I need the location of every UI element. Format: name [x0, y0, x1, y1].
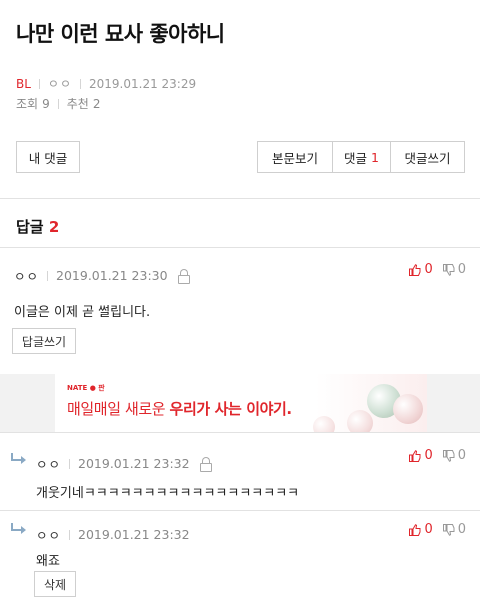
- thumbs-down-icon: [442, 523, 455, 536]
- comment-author: ㅇㅇ: [14, 269, 40, 284]
- comment-datetime: 2019.01.21 23:30: [56, 268, 168, 283]
- comments-count: 1: [371, 149, 379, 165]
- section-divider: [0, 432, 480, 433]
- ad-slogan: 매일매일 새로운 우리가 사는 이야기.: [67, 398, 292, 419]
- downvote-button[interactable]: 0: [442, 262, 466, 277]
- write-comment-button[interactable]: 댓글쓰기: [390, 142, 464, 172]
- downvote-button[interactable]: 0: [442, 522, 466, 537]
- comment-text: 이글은 이제 곧 썰립니다.: [14, 305, 151, 320]
- downvote-button[interactable]: 0: [442, 448, 466, 463]
- section-divider: [0, 510, 480, 511]
- divider: [69, 529, 71, 540]
- post-title: 나만 이런 묘사 좋아하니: [16, 22, 225, 46]
- thumbs-up-icon: [409, 263, 421, 276]
- thumbs-up-icon: [409, 523, 421, 536]
- section-divider: [0, 198, 480, 199]
- ad-slogan-plain: 매일매일 새로운: [67, 400, 170, 418]
- post-stats: 조회 9 추천 2: [16, 95, 100, 112]
- my-comments-button[interactable]: 내 댓글: [16, 141, 80, 173]
- upvote-count: 0: [424, 522, 433, 537]
- comment-datetime: 2019.01.21 23:32: [78, 527, 190, 542]
- lock-icon: [199, 457, 212, 472]
- decorative-bubble: [347, 410, 373, 432]
- replies-count: 2: [48, 218, 60, 236]
- delete-button[interactable]: 삭제: [34, 571, 76, 597]
- downvote-count: 0: [457, 262, 466, 277]
- thumbs-down-icon: [442, 449, 455, 462]
- upvote-button[interactable]: 0: [409, 522, 433, 537]
- comment-author: ㅇㅇ: [36, 457, 62, 472]
- thumbs-down-icon: [442, 263, 455, 276]
- comment-votes: 0 0: [399, 448, 466, 463]
- section-divider: [0, 247, 480, 248]
- comment-votes: 0 0: [399, 522, 466, 537]
- ad-brand: NATE ● 판: [67, 384, 105, 392]
- comment-header: ㅇㅇ 2019.01.21 23:30: [14, 266, 190, 285]
- divider: [80, 78, 82, 89]
- upvote-button[interactable]: 0: [409, 448, 433, 463]
- write-reply-button[interactable]: 답글쓰기: [12, 328, 76, 354]
- lock-icon: [177, 269, 190, 284]
- divider: [57, 98, 59, 109]
- upvote-count: 0: [424, 448, 433, 463]
- comment-header: ㅇㅇ 2019.01.21 23:32: [36, 454, 212, 473]
- comment-header: ㅇㅇ 2019.01.21 23:32: [36, 525, 190, 544]
- comments-button[interactable]: 댓글 1: [332, 142, 390, 172]
- divider: [69, 458, 71, 469]
- views-count: 9: [42, 96, 50, 111]
- comment-text: 개웃기네ㅋㅋㅋㅋㅋㅋㅋㅋㅋㅋㅋㅋㅋㅋㅋㅋㅋㅋ: [36, 486, 300, 501]
- view-post-button[interactable]: 본문보기: [258, 142, 332, 172]
- comment-text: 왜죠: [36, 554, 60, 569]
- ad-banner[interactable]: NATE ● 판 매일매일 새로운 우리가 사는 이야기.: [55, 374, 427, 432]
- ad-slogan-bold: 우리가 사는 이야기.: [169, 400, 293, 418]
- decorative-bubble: [313, 416, 335, 432]
- post-author: ㅇㅇ: [47, 77, 73, 91]
- post-datetime: 2019.01.21 23:29: [89, 76, 197, 91]
- comments-label: 댓글: [344, 150, 368, 166]
- comment-datetime: 2019.01.21 23:32: [78, 456, 190, 471]
- recommend-count: 2: [92, 96, 101, 111]
- recommend-label: 추천: [66, 97, 89, 111]
- upvote-button[interactable]: 0: [409, 262, 433, 277]
- replies-heading: 답글 2: [16, 216, 59, 237]
- decorative-bubble: [393, 394, 423, 424]
- downvote-count: 0: [457, 448, 466, 463]
- thumbs-up-icon: [409, 449, 421, 462]
- post-action-group: 본문보기 댓글 1 댓글쓰기: [257, 141, 465, 173]
- post-meta: BL ㅇㅇ 2019.01.21 23:29: [16, 75, 196, 92]
- post-category[interactable]: BL: [16, 77, 31, 91]
- reply-arrow-icon: [11, 453, 26, 464]
- reply-arrow-icon: [11, 523, 26, 534]
- comment-votes: 0 0: [399, 262, 466, 277]
- divider: [47, 270, 49, 281]
- comment-author: ㅇㅇ: [36, 528, 62, 543]
- views-label: 조회: [16, 97, 39, 111]
- upvote-count: 0: [424, 262, 433, 277]
- replies-label: 답글: [16, 218, 44, 236]
- downvote-count: 0: [457, 522, 466, 537]
- divider: [38, 78, 40, 89]
